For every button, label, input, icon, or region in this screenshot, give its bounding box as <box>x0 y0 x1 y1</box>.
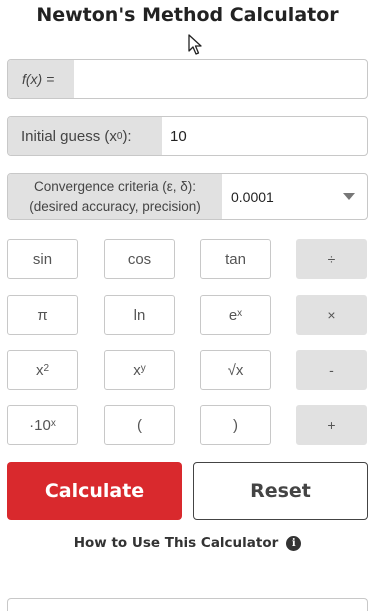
how-to-use-label: How to Use This Calculator <box>73 535 279 551</box>
key-sin[interactable]: sin <box>7 239 78 279</box>
initial-guess-input[interactable]: 10 <box>162 117 367 155</box>
how-to-use-link[interactable]: How to Use This Calculator i <box>0 535 375 551</box>
key-plus[interactable]: + <box>296 405 367 445</box>
convergence-selected-value: 0.0001 <box>231 188 274 205</box>
key-ln[interactable]: ln <box>104 295 175 335</box>
key-sci-notation[interactable]: ·10 x <box>7 405 78 445</box>
content-panel <box>7 598 368 611</box>
key-sqrt[interactable]: √x <box>200 350 271 390</box>
convergence-select[interactable]: 0.0001 <box>222 174 367 219</box>
key-left-paren[interactable]: ( <box>104 405 175 445</box>
key-tan[interactable]: tan <box>200 239 271 279</box>
key-exp[interactable]: ex <box>200 295 271 335</box>
key-multiply[interactable]: × <box>296 295 367 335</box>
initial-guess-label: Initial guess (x 0): <box>8 117 162 155</box>
key-minus[interactable]: - <box>296 350 367 390</box>
function-input[interactable] <box>74 60 367 98</box>
key-cos[interactable]: cos <box>104 239 175 279</box>
calculate-button[interactable]: Calculate <box>7 462 182 520</box>
key-power[interactable]: xy <box>104 350 175 390</box>
convergence-field[interactable]: Convergence criteria (ε, δ): (desired ac… <box>7 173 368 220</box>
key-divide[interactable]: ÷ <box>296 239 367 279</box>
function-field[interactable]: f(x) = <box>7 59 368 99</box>
function-label: f(x) = <box>8 60 74 98</box>
key-square[interactable]: x2 <box>7 350 78 390</box>
info-icon[interactable]: i <box>286 535 302 551</box>
convergence-label: Convergence criteria (ε, δ): (desired ac… <box>8 174 222 219</box>
mouse-cursor-icon <box>188 34 202 55</box>
key-right-paren[interactable]: ) <box>200 405 271 445</box>
chevron-down-icon <box>343 193 355 200</box>
key-pi[interactable]: π <box>7 295 78 335</box>
page-title: Newton's Method Calculator <box>36 4 339 26</box>
initial-guess-field[interactable]: Initial guess (x 0): 10 <box>7 116 368 156</box>
reset-button[interactable]: Reset <box>193 462 368 520</box>
